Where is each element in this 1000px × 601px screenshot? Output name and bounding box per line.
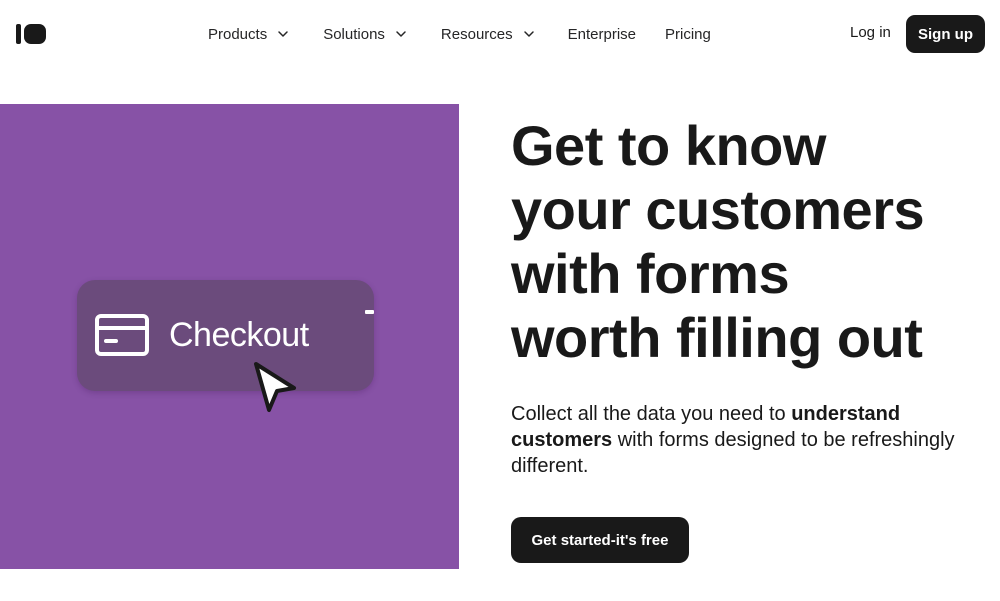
- headline-line: your customers: [511, 178, 925, 241]
- mouse-pointer-icon: [254, 362, 296, 412]
- chevron-down-icon: [278, 31, 288, 37]
- hero-media: Checkout: [0, 104, 459, 569]
- nav-item-enterprise[interactable]: Enterprise: [568, 26, 636, 43]
- chevron-down-icon: [396, 31, 406, 37]
- nav-item-label: Solutions: [323, 25, 385, 43]
- brand-logo-icon[interactable]: [16, 24, 46, 44]
- checkout-label: Checkout: [169, 316, 309, 354]
- nav-item-label: Pricing: [665, 25, 711, 43]
- checkout-button-illustration: Checkout: [77, 280, 374, 391]
- nav-item-label: Enterprise: [567, 25, 636, 43]
- landing-page: Products Solutions Resources Enterprise …: [0, 0, 1000, 601]
- headline-line: Get to know: [511, 114, 826, 177]
- nav-item-label: Resources: [440, 25, 513, 43]
- nav-item-products[interactable]: Products: [208, 26, 289, 43]
- get-started-button[interactable]: Get started-it's free: [511, 517, 689, 563]
- text-caret: [365, 310, 374, 314]
- main-nav: Products Solutions Resources Enterprise …: [208, 24, 711, 44]
- nav-item-label: Products: [208, 25, 268, 43]
- logo-bar-large: [24, 24, 46, 44]
- credit-card-icon: [95, 314, 149, 356]
- hero-subtext: Collect all the data you need to underst…: [511, 401, 991, 479]
- site-header: Products Solutions Resources Enterprise …: [0, 0, 1000, 68]
- login-link[interactable]: Log in: [850, 24, 891, 44]
- headline-line: with forms: [511, 242, 790, 305]
- nav-item-resources[interactable]: Resources: [441, 26, 535, 43]
- subtext-part: Collect all the data you need to: [511, 403, 792, 425]
- logo-bar-small: [16, 24, 21, 44]
- nav-item-solutions[interactable]: Solutions: [323, 26, 407, 43]
- headline-line: worth filling out: [511, 306, 923, 369]
- chevron-down-icon: [523, 31, 534, 37]
- hero-headline: Get to know your customers with forms wo…: [511, 114, 981, 370]
- nav-item-pricing[interactable]: Pricing: [665, 26, 711, 43]
- signup-button[interactable]: Sign up: [906, 15, 985, 53]
